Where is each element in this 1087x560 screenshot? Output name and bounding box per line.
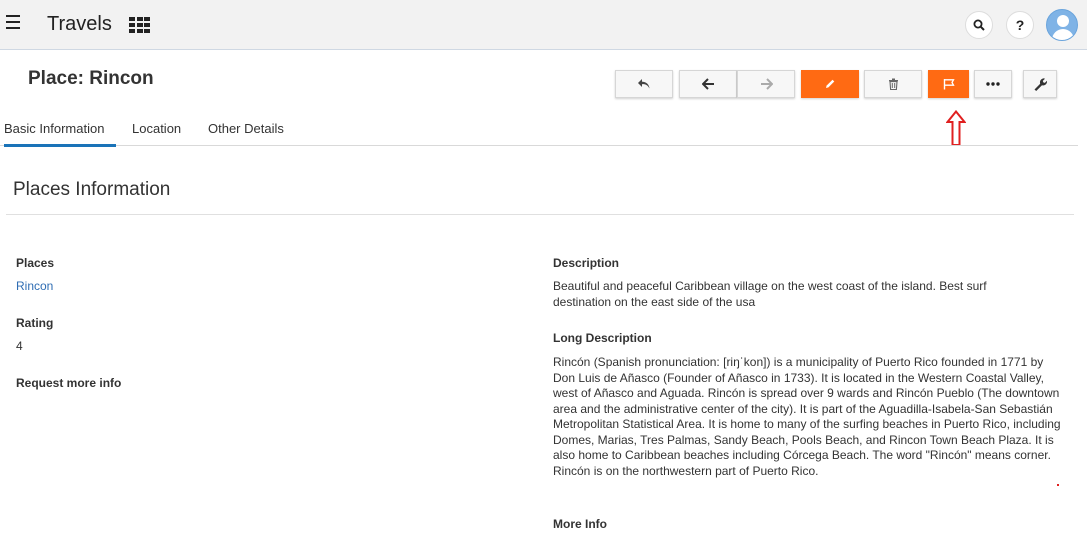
app-title: Travels [47, 13, 112, 35]
description-label: Description [553, 256, 620, 270]
more-info-label: More Info [553, 517, 607, 531]
hamburger-icon[interactable] [6, 15, 24, 33]
grid-icon[interactable] [129, 17, 151, 35]
long-description-label: Long Description [553, 331, 652, 345]
arrow-left-icon [701, 78, 714, 90]
divider [6, 214, 1074, 215]
tab-bar: Basic Information Location Other Details [0, 115, 1078, 147]
tab-other-details[interactable]: Other Details [208, 121, 284, 136]
wrench-icon [1034, 78, 1047, 91]
search-button[interactable] [965, 11, 993, 39]
places-link[interactable]: Rincon [16, 279, 53, 295]
section-title: Places Information [13, 179, 171, 200]
long-description-value: Rincón (Spanish pronunciation: [riŋˈkon]… [553, 355, 1061, 478]
more-button[interactable] [974, 70, 1012, 98]
description-value: Beautiful and peaceful Caribbean village… [553, 279, 987, 309]
trash-icon [888, 78, 898, 90]
settings-button[interactable] [1023, 70, 1057, 98]
help-button[interactable]: ? [1006, 11, 1034, 39]
flag-button[interactable] [928, 70, 969, 98]
rating-label: Rating [16, 316, 54, 330]
avatar-icon[interactable] [1046, 9, 1078, 41]
search-icon [973, 19, 985, 31]
top-bar: Travels ? [0, 0, 1087, 50]
more-icon [986, 82, 1000, 86]
reply-icon [638, 79, 650, 89]
next-button[interactable] [737, 70, 795, 98]
reply-button[interactable] [615, 70, 673, 98]
tab-location[interactable]: Location [132, 121, 181, 136]
edit-button[interactable] [801, 70, 859, 98]
delete-button[interactable] [864, 70, 922, 98]
annotation-dot [1057, 484, 1059, 486]
tab-basic-information[interactable]: Basic Information [4, 121, 117, 147]
pencil-icon [826, 79, 835, 88]
places-label: Places [16, 256, 55, 270]
rating-value: 4 [16, 339, 23, 353]
arrow-right-icon [760, 78, 773, 90]
page-title: Place: Rincon [28, 68, 154, 89]
previous-button[interactable] [679, 70, 737, 98]
flag-icon [943, 79, 955, 90]
request-more-info-label: Request more info [16, 376, 122, 390]
